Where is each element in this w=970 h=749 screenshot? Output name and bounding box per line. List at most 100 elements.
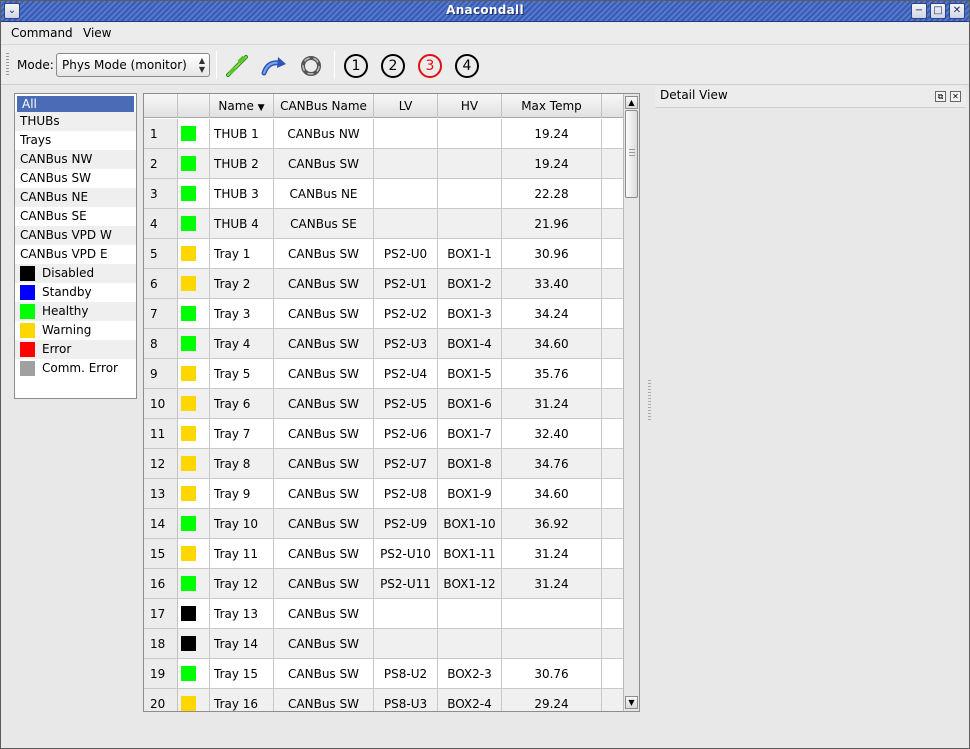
cell-hv: BOX1-8 (438, 449, 502, 478)
status-swatch (181, 186, 196, 201)
cell-name: THUB 2 (210, 149, 274, 178)
view-3-button[interactable]: 3 (418, 54, 442, 78)
scroll-thumb[interactable] (625, 110, 638, 198)
row-number: 17 (144, 599, 178, 628)
cell-temp: 22.28 (502, 179, 602, 208)
status-swatch (181, 396, 196, 411)
header-canbus-name[interactable]: CANBus Name (274, 94, 374, 118)
close-button[interactable]: ✕ (949, 3, 965, 19)
table-row[interactable]: 1 THUB 1 CANBus NW 19.24 (144, 119, 623, 149)
filter-item-canbus-ne[interactable]: CANBus NE (15, 188, 136, 207)
status-swatch (181, 486, 196, 501)
filter-item-warning[interactable]: Warning (15, 321, 136, 340)
view-2-button[interactable]: 2 (381, 54, 405, 78)
cell-lv: PS2-U11 (374, 569, 438, 598)
vertical-scrollbar[interactable]: ▲ ▼ (623, 94, 639, 711)
cell-canbus: CANBus SW (274, 689, 374, 711)
table-row[interactable]: 17 Tray 13 CANBus SW (144, 599, 623, 629)
cell-temp: 19.24 (502, 119, 602, 148)
menu-command[interactable]: Command (11, 26, 73, 40)
reconnect-button[interactable] (260, 53, 286, 79)
menu-view[interactable]: View (83, 26, 111, 40)
arrow-up-icon: ▲ (628, 98, 635, 107)
close-detail-button[interactable]: ✕ (950, 91, 961, 102)
refresh-icon (301, 56, 321, 76)
table-row[interactable]: 14 Tray 10 CANBus SW PS2-U9 BOX1-10 36.92 (144, 509, 623, 539)
cell-canbus: CANBus SW (274, 299, 374, 328)
header-status[interactable] (178, 94, 210, 118)
title-bar: ⌄ Anacondall − □ ✕ (0, 0, 970, 22)
refresh-button[interactable] (298, 53, 324, 79)
filter-item-canbus-nw[interactable]: CANBus NW (15, 150, 136, 169)
minimize-icon: − (914, 5, 924, 16)
table-row[interactable]: 2 THUB 2 CANBus SW 19.24 (144, 149, 623, 179)
device-table: Name ▼ CANBus Name LV HV Max Temp 1 THUB … (143, 93, 640, 712)
status-swatch (181, 336, 196, 351)
cell-lv: PS2-U3 (374, 329, 438, 358)
status-swatch (181, 456, 196, 471)
table-row[interactable]: 11 Tray 7 CANBus SW PS2-U6 BOX1-7 32.40 (144, 419, 623, 449)
table-row[interactable]: 12 Tray 8 CANBus SW PS2-U7 BOX1-8 34.76 (144, 449, 623, 479)
scroll-up-button[interactable]: ▲ (625, 96, 638, 109)
mode-select[interactable]: Phys Mode (monitor) ▲ ▼ (56, 53, 210, 77)
pane-splitter[interactable] (648, 380, 651, 420)
connect-button[interactable] (224, 53, 250, 79)
filter-item-canbus-sw[interactable]: CANBus SW (15, 169, 136, 188)
cell-hv (438, 599, 502, 628)
filter-item-canbus-vpd-e[interactable]: CANBus VPD E (15, 245, 136, 264)
table-row[interactable]: 3 THUB 3 CANBus NE 22.28 (144, 179, 623, 209)
close-icon: ✕ (952, 92, 959, 101)
cell-name: Tray 11 (210, 539, 274, 568)
view-4-button[interactable]: 4 (455, 54, 479, 78)
table-row[interactable]: 19 Tray 15 CANBus SW PS8-U2 BOX2-3 30.76 (144, 659, 623, 689)
filter-item-trays[interactable]: Trays (15, 131, 136, 150)
cell-lv: PS2-U9 (374, 509, 438, 538)
cell-hv: BOX1-12 (438, 569, 502, 598)
table-header: Name ▼ CANBus Name LV HV Max Temp (144, 94, 623, 118)
cell-hv: BOX1-2 (438, 269, 502, 298)
cell-hv: BOX1-3 (438, 299, 502, 328)
filter-item-thubs[interactable]: THUBs (15, 112, 136, 131)
minimize-button[interactable]: − (911, 3, 927, 19)
filter-item-comm-error[interactable]: Comm. Error (15, 359, 136, 378)
table-row[interactable]: 20 Tray 16 CANBus SW PS8-U3 BOX2-4 29.24 (144, 689, 623, 711)
table-row[interactable]: 5 Tray 1 CANBus SW PS2-U0 BOX1-1 30.96 (144, 239, 623, 269)
header-lv[interactable]: LV (374, 94, 438, 118)
filter-item-error[interactable]: Error (15, 340, 136, 359)
table-row[interactable]: 10 Tray 6 CANBus SW PS2-U5 BOX1-6 31.24 (144, 389, 623, 419)
table-row[interactable]: 13 Tray 9 CANBus SW PS2-U8 BOX1-9 34.60 (144, 479, 623, 509)
maximize-button[interactable]: □ (930, 3, 946, 19)
status-swatch (181, 576, 196, 591)
table-row[interactable]: 7 Tray 3 CANBus SW PS2-U2 BOX1-3 34.24 (144, 299, 623, 329)
detail-view-header: Detail View ⧉ ✕ (655, 86, 966, 108)
header-max-temp[interactable]: Max Temp (502, 94, 602, 118)
table-row[interactable]: 15 Tray 11 CANBus SW PS2-U10 BOX1-11 31.24 (144, 539, 623, 569)
view-1-button[interactable]: 1 (344, 54, 368, 78)
filter-item-disabled[interactable]: Disabled (15, 264, 136, 283)
cell-lv (374, 629, 438, 658)
status-swatch (181, 606, 196, 621)
cell-name: Tray 2 (210, 269, 274, 298)
cell-hv: BOX1-1 (438, 239, 502, 268)
filter-item-canbus-se[interactable]: CANBus SE (15, 207, 136, 226)
table-row[interactable]: 16 Tray 12 CANBus SW PS2-U11 BOX1-12 31.24 (144, 569, 623, 599)
table-row[interactable]: 6 Tray 2 CANBus SW PS2-U1 BOX1-2 33.40 (144, 269, 623, 299)
filter-item-healthy[interactable]: Healthy (15, 302, 136, 321)
filter-item-all[interactable]: All (17, 96, 134, 112)
filter-list: All THUBs Trays CANBus NW CANBus SW CANB… (14, 93, 137, 399)
table-row[interactable]: 8 Tray 4 CANBus SW PS2-U3 BOX1-4 34.60 (144, 329, 623, 359)
table-row[interactable]: 9 Tray 5 CANBus SW PS2-U4 BOX1-5 35.76 (144, 359, 623, 389)
float-button[interactable]: ⧉ (935, 91, 946, 102)
scroll-down-button[interactable]: ▼ (625, 696, 638, 709)
table-row[interactable]: 18 Tray 14 CANBus SW (144, 629, 623, 659)
table-row[interactable]: 4 THUB 4 CANBus SE 21.96 (144, 209, 623, 239)
row-number: 14 (144, 509, 178, 538)
cell-hv (438, 149, 502, 178)
filter-item-standby[interactable]: Standby (15, 283, 136, 302)
header-name[interactable]: Name ▼ (210, 94, 274, 118)
header-hv[interactable]: HV (438, 94, 502, 118)
filter-item-canbus-vpd-w[interactable]: CANBus VPD W (15, 226, 136, 245)
sort-descending-icon: ▼ (257, 103, 265, 113)
toolbar: Mode: Phys Mode (monitor) ▲ ▼ 1 2 3 4 (0, 45, 970, 85)
toolbar-grip[interactable] (6, 53, 9, 77)
